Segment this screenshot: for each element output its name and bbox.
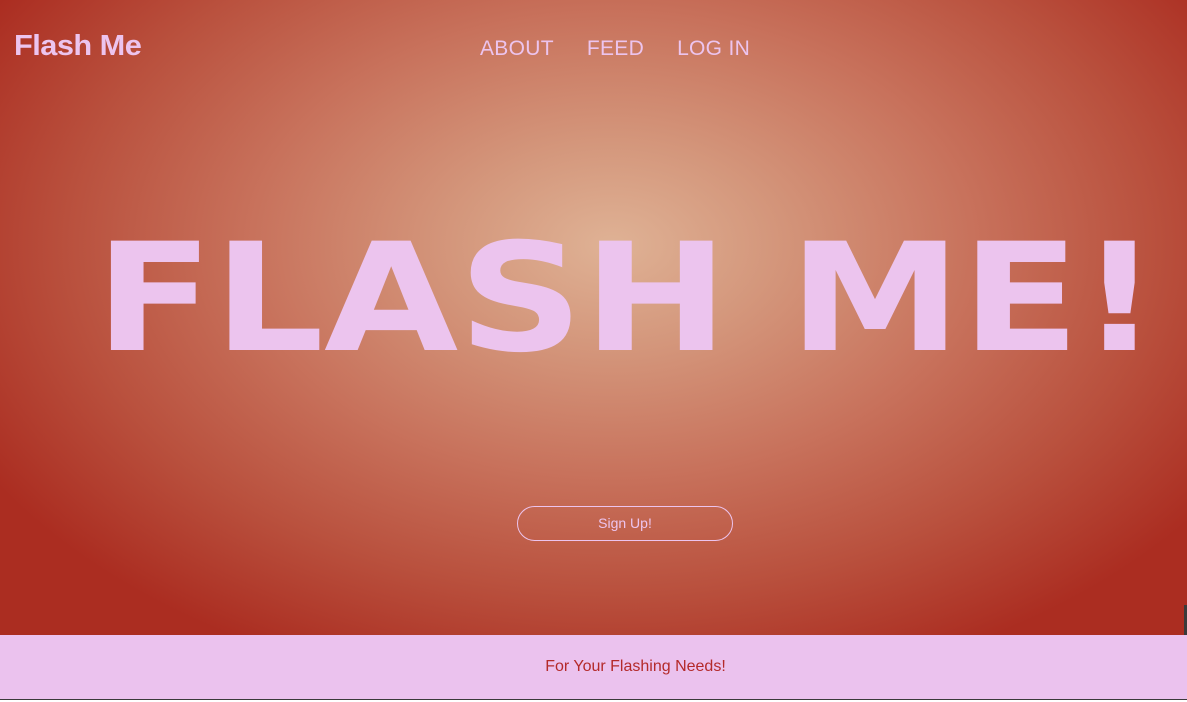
- top-nav: ABOUT FEED LOG IN: [480, 38, 750, 59]
- landing-page: Flash Me ABOUT FEED LOG IN FLASH ME! Sig…: [0, 0, 1187, 702]
- footer-tagline-row: For Your Flashing Needs!: [0, 658, 1187, 676]
- hero-section: Flash Me ABOUT FEED LOG IN FLASH ME! Sig…: [0, 0, 1187, 635]
- hero-headline-text: FLASH ME!: [95, 232, 1159, 360]
- nav-link-login[interactable]: LOG IN: [677, 38, 750, 59]
- nav-link-about[interactable]: ABOUT: [480, 38, 554, 59]
- footer-banner: For Your Flashing Needs!: [0, 635, 1187, 700]
- brand-logo[interactable]: Flash Me: [14, 32, 142, 61]
- sign-up-button[interactable]: Sign Up!: [517, 506, 733, 541]
- footer-tagline: For Your Flashing Needs!: [545, 658, 726, 675]
- hero-headline: FLASH ME!: [95, 232, 1159, 360]
- nav-link-feed[interactable]: FEED: [587, 38, 644, 59]
- hero-headline-graphic: FLASH ME!: [95, 232, 1159, 360]
